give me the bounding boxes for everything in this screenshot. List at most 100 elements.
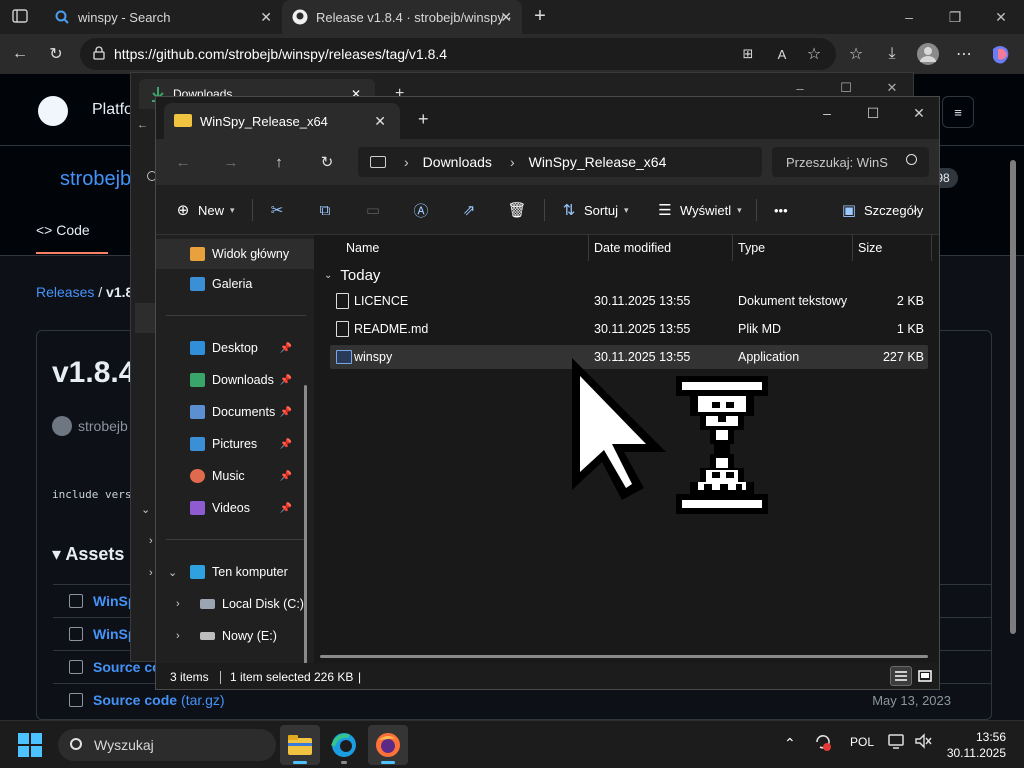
copy-button[interactable]: ⧉ [316,197,340,223]
new-tab-button[interactable]: + [526,2,554,30]
pin-icon[interactable]: 📌 [280,407,292,418]
close-tab-icon[interactable]: ✕ [374,113,386,130]
nav-item-videos[interactable]: Videos 📌 [156,493,314,523]
details-view-icon[interactable] [890,666,912,686]
nav-item-pictures[interactable]: Pictures 📌 [156,429,314,459]
more-options-button[interactable]: ••• [774,197,788,223]
chevron-right-icon[interactable]: › [149,567,153,579]
more-menu-icon[interactable]: ⋯ [950,40,978,68]
pin-icon[interactable]: 📌 [280,503,292,514]
close-window-button[interactable]: ✕ [978,0,1024,34]
path-segment[interactable]: Downloads [423,154,492,170]
horizontal-scrollbar[interactable] [320,655,928,658]
column-divider[interactable] [931,235,932,261]
maximize-button[interactable]: ☐ [850,97,896,129]
volume-muted-icon[interactable] [914,733,932,752]
file-explorer-taskbar-icon[interactable] [280,725,320,765]
nav-item-downloads[interactable]: Downloads 📌 [156,365,314,395]
breadcrumb-releases[interactable]: Releases [36,284,94,300]
rename-button[interactable]: Ⓐ [412,197,436,223]
column-header-size[interactable]: Size [858,235,882,261]
chevron-right-icon[interactable]: › [176,630,180,642]
explorer-tab-winspy[interactable]: WinSpy_Release_x64 ✕ [164,103,400,139]
firefox-taskbar-icon[interactable] [368,725,408,765]
windows-start-icon[interactable] [18,733,42,757]
paste-button[interactable]: ▭ [364,197,388,223]
pin-icon[interactable]: 📌 [280,343,292,354]
network-icon[interactable] [888,733,906,752]
search-input[interactable]: Przeszukaj: WinS [772,147,929,177]
path-segment[interactable]: WinSpy_Release_x64 [529,154,667,170]
nav-item-gallery[interactable]: Galeria [156,269,314,299]
read-aloud-icon[interactable]: A [768,40,796,68]
pin-icon[interactable]: 📌 [280,471,292,482]
github-logo-icon[interactable] [38,96,68,126]
chevron-right-icon[interactable]: › [149,535,153,547]
nav-scrollbar[interactable] [304,385,307,689]
close-tab-icon[interactable]: ✕ [500,9,512,26]
address-path[interactable]: › Downloads › WinSpy_Release_x64 [358,147,762,177]
copilot-icon[interactable] [986,40,1014,68]
favorite-star-icon[interactable]: ☆ [800,40,828,68]
refresh-icon[interactable]: ↻ [314,149,340,175]
chevron-down-icon[interactable]: ⌄ [141,503,150,516]
tab-code[interactable]: <> Code [36,222,90,238]
browser-tab-release[interactable]: Release v1.8.4 · strobejb/winspy · ✕ [282,0,522,34]
language-indicator[interactable]: POL [850,735,874,749]
sync-error-icon[interactable] [814,733,832,754]
favorites-icon[interactable]: ☆ [842,40,870,68]
column-header-type[interactable]: Type [738,235,765,261]
new-tab-icon[interactable]: + [418,109,429,130]
chevron-right-icon[interactable]: › [176,598,180,610]
chevron-right-icon[interactable]: › [510,154,515,170]
share-button[interactable]: ⇗ [460,197,484,223]
group-header[interactable]: ⌄ Today [324,267,380,284]
nav-item-drive-c[interactable]: › Local Disk (C:) [156,589,314,619]
back-arrow-icon[interactable]: ← [137,119,149,131]
edge-taskbar-icon[interactable] [324,725,364,765]
back-icon[interactable]: ← [6,40,34,68]
platform-menu[interactable]: Platfo [92,101,133,119]
sliders-icon[interactable]: ≡ [942,96,974,128]
chevron-up-icon[interactable]: ⌃ [784,735,796,752]
assets-heading[interactable]: ▾ Assets [52,544,124,565]
release-author[interactable]: strobejb [52,416,128,436]
file-row[interactable]: LICENCE 30.11.2025 13:55 Dokument teksto… [330,289,928,313]
minimize-button[interactable]: – [804,97,850,129]
nav-item-this-pc[interactable]: ⌄ Ten komputer [156,557,314,587]
close-window-button[interactable]: ✕ [896,97,939,129]
chevron-right-icon[interactable]: › [404,154,409,170]
file-row[interactable]: README.md 30.11.2025 13:55 Plik MD 1 KB [330,317,928,341]
browser-tab-search[interactable]: winspy - Search ✕ [44,0,282,34]
repo-owner-link[interactable]: strobejb [60,168,131,191]
view-button[interactable]: ☰ Wyświetl ▾ [656,197,741,223]
pin-icon[interactable]: 📌 [280,375,292,386]
restore-button[interactable]: ❐ [932,0,978,34]
close-tab-icon[interactable]: ✕ [260,9,272,26]
up-arrow-icon[interactable]: ↑ [266,149,292,175]
column-header-date[interactable]: Date modified [594,235,671,261]
nav-item-documents[interactable]: Documents 📌 [156,397,314,427]
tab-actions-icon[interactable] [6,2,34,30]
column-divider[interactable] [852,235,853,261]
column-divider[interactable] [588,235,589,261]
delete-button[interactable]: 🗑 [507,197,532,223]
nav-item-desktop[interactable]: Desktop 📌 [156,333,314,363]
chevron-down-icon[interactable]: ⌄ [168,566,177,579]
refresh-icon[interactable]: ↻ [42,40,70,68]
nav-item-music[interactable]: Music 📌 [156,461,314,491]
forward-icon[interactable]: → [218,149,244,175]
app-available-icon[interactable]: ⊞ [734,40,762,68]
column-divider[interactable] [732,235,733,261]
tiles-view-icon[interactable] [914,666,936,686]
back-icon[interactable]: ← [170,149,196,175]
address-bar[interactable]: https://github.com/strobejb/winspy/relea… [80,38,836,70]
nav-item-home[interactable]: Widok główny [156,239,314,269]
profile-avatar[interactable] [914,40,942,68]
pin-icon[interactable]: 📌 [280,439,292,450]
taskbar-search-input[interactable]: Wyszukaj [58,729,276,761]
column-header-name[interactable]: Name [346,235,379,261]
cut-button[interactable]: ✂ [268,197,292,223]
new-button[interactable]: ⊕ New ▾ [174,197,235,223]
system-clock[interactable]: 13:56 30.11.2025 [944,729,1006,761]
